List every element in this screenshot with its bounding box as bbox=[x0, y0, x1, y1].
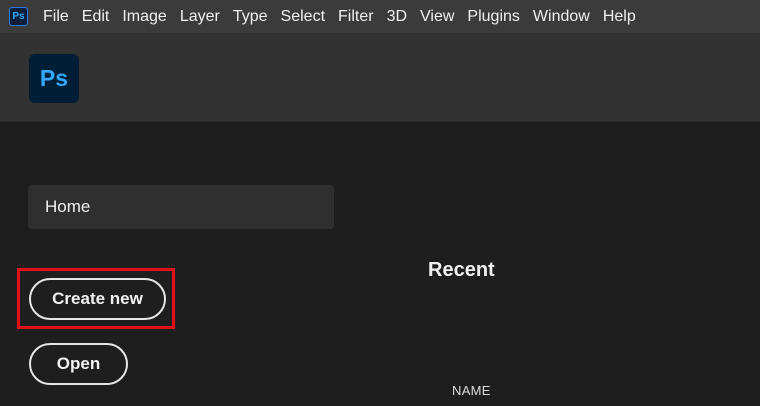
column-header-name[interactable]: NAME bbox=[452, 383, 491, 398]
menu-help[interactable]: Help bbox=[603, 0, 636, 33]
photoshop-app-icon[interactable]: Ps bbox=[9, 7, 28, 26]
menu-3d[interactable]: 3D bbox=[387, 0, 407, 33]
menu-layer[interactable]: Layer bbox=[180, 0, 220, 33]
menu-filter[interactable]: Filter bbox=[338, 0, 374, 33]
menu-file[interactable]: File bbox=[43, 0, 69, 33]
recent-title: Recent bbox=[428, 259, 495, 281]
open-button[interactable]: Open bbox=[29, 343, 128, 385]
home-header: Ps bbox=[0, 33, 760, 122]
create-new-button[interactable]: Create new bbox=[29, 278, 166, 320]
menu-edit[interactable]: Edit bbox=[82, 0, 110, 33]
menu-select[interactable]: Select bbox=[281, 0, 325, 33]
menu-window[interactable]: Window bbox=[533, 0, 590, 33]
photoshop-logo: Ps bbox=[29, 54, 79, 103]
menu-view[interactable]: View bbox=[420, 0, 454, 33]
menu-bar: Ps File Edit Image Layer Type Select Fil… bbox=[0, 0, 760, 33]
sidebar-item-home[interactable]: Home bbox=[28, 185, 334, 229]
menu-image[interactable]: Image bbox=[122, 0, 166, 33]
menu-type[interactable]: Type bbox=[233, 0, 268, 33]
menu-plugins[interactable]: Plugins bbox=[467, 0, 519, 33]
home-content: Home Create new Open Recent bbox=[0, 123, 760, 406]
